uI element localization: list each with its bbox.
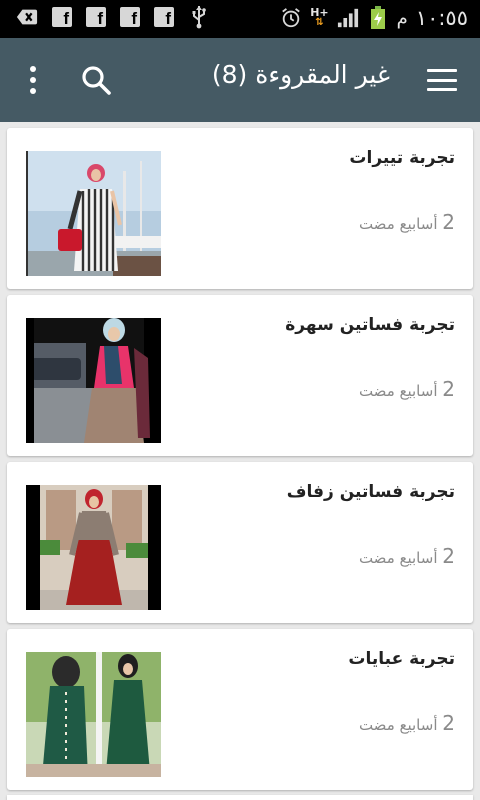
article-thumbnail — [26, 485, 161, 610]
hamburger-line — [427, 78, 457, 82]
notification-icons: f f f f — [16, 6, 210, 29]
article-thumbnail — [26, 318, 161, 443]
more-dot — [30, 77, 36, 83]
download-icon — [16, 6, 38, 28]
article-card[interactable]: تجربة فساتين سهرة 2 أسابيع مضت — [7, 295, 473, 456]
article-age-text: أسابيع مضت — [358, 215, 438, 233]
battery-charging-icon — [367, 6, 389, 29]
search-icon — [82, 66, 111, 95]
article-age-text: أسابيع مضت — [358, 549, 438, 567]
article-age: 2 أسابيع مضت — [359, 711, 455, 735]
article-title: تجربة تييرات — [349, 148, 455, 168]
more-dot — [30, 88, 36, 94]
article-thumbnail — [26, 652, 161, 777]
more-dot — [30, 66, 36, 72]
facebook-icon: f — [52, 7, 72, 27]
page-title: غير المقروءة (8) — [211, 60, 390, 89]
alarm-icon — [280, 7, 302, 29]
clock: ١٠:٥٥ — [415, 6, 468, 30]
system-status: H+ ⇅ م ١٠:٥٥ — [280, 6, 468, 30]
clock-period: م — [396, 7, 408, 29]
article-title: تجربة فساتين سهرة — [285, 315, 455, 335]
article-age-text: أسابيع مضت — [358, 716, 438, 734]
signal-icon — [337, 7, 359, 29]
article-title: تجربة فساتين زفاف — [286, 482, 455, 502]
facebook-icon: f — [154, 7, 174, 27]
article-age: 2 أسابيع مضت — [359, 544, 455, 568]
network-type: H+ ⇅ — [310, 6, 329, 28]
next-article-card[interactable] — [7, 795, 473, 800]
article-age-text: أسابيع مضت — [358, 382, 438, 400]
hamburger-line — [427, 88, 457, 91]
app-bar: غير المقروءة (8) — [0, 38, 480, 122]
article-age-number: 2 — [442, 210, 455, 234]
article-age: 2 أسابيع مضت — [359, 210, 455, 234]
overflow-menu-button[interactable] — [22, 62, 44, 98]
article-thumbnail — [26, 151, 161, 276]
status-bar: f f f f H+ ⇅ م ١٠:٥٥ — [0, 0, 480, 38]
navigation-drawer-button[interactable] — [426, 66, 458, 94]
article-card[interactable]: تجربة تييرات 2 أسابيع مضت — [7, 128, 473, 289]
search-button[interactable] — [78, 62, 114, 98]
article-card[interactable]: تجربة عبايات 2 أسابيع مضت — [7, 629, 473, 790]
article-age-number: 2 — [442, 711, 455, 735]
article-card[interactable]: تجربة فساتين زفاف 2 أسابيع مضت — [7, 462, 473, 623]
article-age: 2 أسابيع مضت — [359, 377, 455, 401]
facebook-icon: f — [120, 7, 140, 27]
article-title: تجربة عبايات — [348, 649, 455, 669]
article-age-number: 2 — [442, 544, 455, 568]
article-age-number: 2 — [442, 377, 455, 401]
hamburger-line — [427, 69, 457, 72]
facebook-icon: f — [86, 7, 106, 27]
usb-icon — [188, 6, 210, 29]
